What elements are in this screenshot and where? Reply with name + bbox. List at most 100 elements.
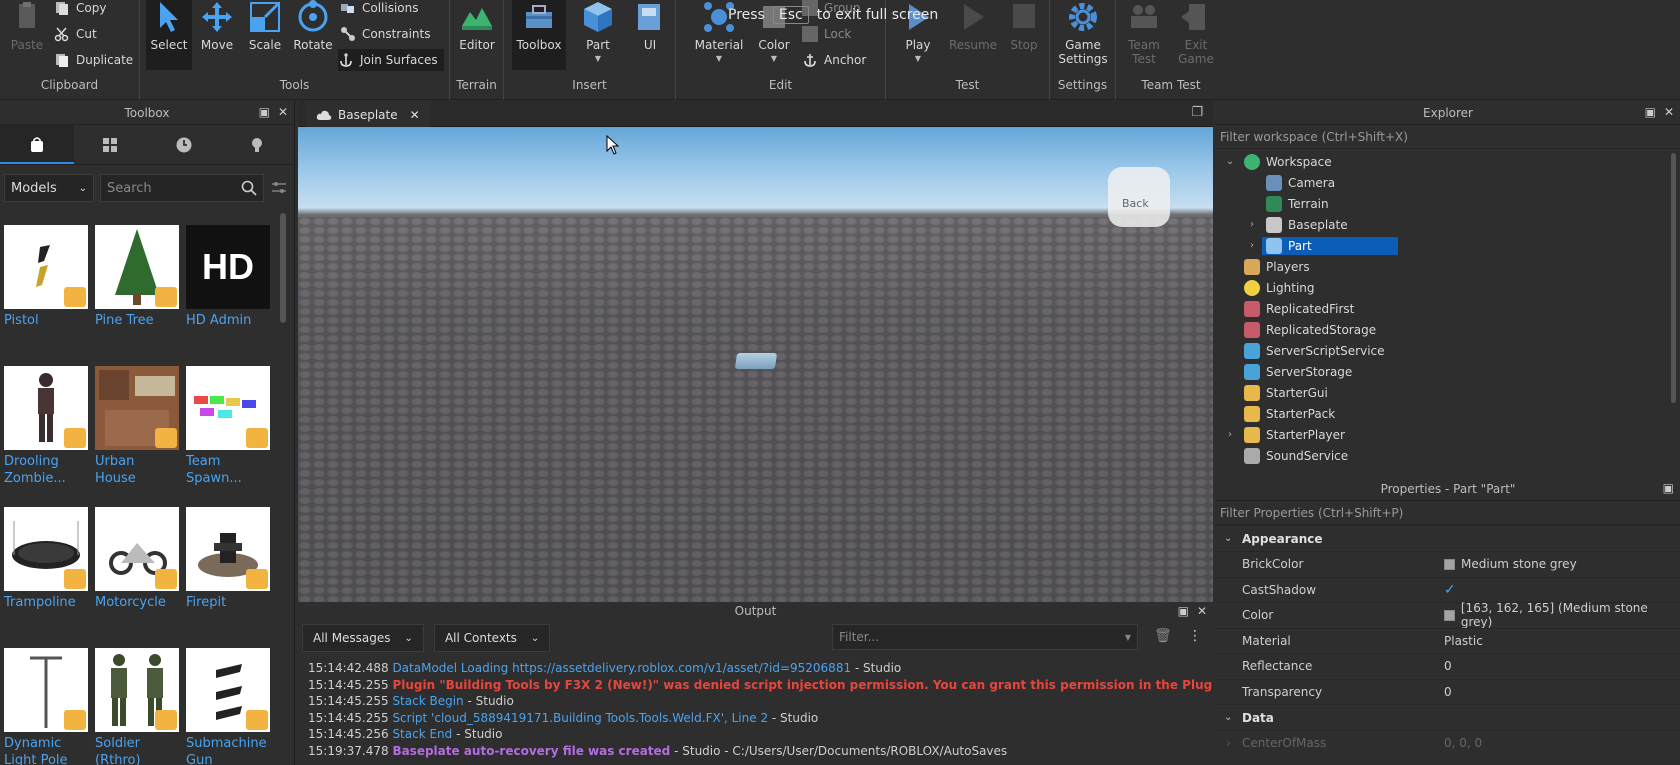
chevron-down-icon[interactable]: ⌄ xyxy=(1224,533,1232,544)
property-row-brickcolor[interactable]: BrickColor Medium stone grey xyxy=(1216,551,1680,577)
stop-button[interactable]: Stop xyxy=(1000,0,1048,70)
checkbox-checked[interactable]: ✓ xyxy=(1444,582,1456,598)
rotate-button[interactable]: Rotate xyxy=(290,0,336,70)
close-icon[interactable]: ✕ xyxy=(410,108,420,122)
toolbox-item[interactable]: Pistol xyxy=(4,225,88,365)
float-panel-icon[interactable]: ▣ xyxy=(1663,481,1674,495)
property-row-material[interactable]: Material Plastic xyxy=(1216,627,1680,654)
tree-item-replicated-storage[interactable]: ReplicatedStorage xyxy=(1216,319,1680,340)
tree-item-players[interactable]: Players xyxy=(1216,256,1680,277)
material-dropdown-caret[interactable]: ▼ xyxy=(690,54,748,63)
game-settings-button[interactable]: Game Settings xyxy=(1056,0,1110,70)
filter-sliders-icon[interactable] xyxy=(270,179,288,197)
tree-item-starter-gui[interactable]: StarterGui xyxy=(1216,382,1680,403)
toolbox-item[interactable]: Dynamic Light Pole xyxy=(4,648,88,765)
exit-game-button[interactable]: Exit Game xyxy=(1172,0,1220,70)
chevron-right-icon[interactable]: › xyxy=(1226,736,1231,750)
constraints-toggle[interactable]: Constraints xyxy=(340,23,430,45)
tree-item-server-script-service[interactable]: ServerScriptService xyxy=(1216,340,1680,361)
trash-icon[interactable]: 🗑 xyxy=(1154,628,1172,644)
explorer-filter-input[interactable]: Filter workspace (Ctrl+Shift+X) xyxy=(1216,125,1680,149)
split-view-icon[interactable]: ❐ xyxy=(1191,105,1203,120)
copy-button[interactable]: Copy xyxy=(54,0,106,19)
messages-filter-select[interactable]: All Messages ⌄ xyxy=(302,624,424,652)
tab-inventory[interactable] xyxy=(74,125,148,164)
part-button[interactable]: Part ▼ xyxy=(574,0,622,70)
tab-creations[interactable] xyxy=(221,125,295,164)
toolbox-item[interactable]: Motorcycle xyxy=(95,507,179,647)
cut-button[interactable]: Cut xyxy=(54,23,97,45)
float-panel-icon[interactable]: ▣ xyxy=(259,105,270,119)
toolbox-item[interactable]: Submachine Gun xyxy=(186,648,270,765)
property-row-centerofmass[interactable]: › CenterOfMass 0, 0, 0 xyxy=(1216,730,1680,756)
paste-button[interactable]: Paste xyxy=(4,0,50,70)
select-button[interactable]: Select xyxy=(146,0,192,70)
property-row-color[interactable]: Color [163, 162, 165] (Medium stone grey) xyxy=(1216,601,1680,629)
toolbox-button[interactable]: Toolbox xyxy=(512,0,566,70)
close-icon[interactable]: ✕ xyxy=(278,105,288,119)
team-test-button[interactable]: Team Test xyxy=(1120,0,1168,70)
close-icon[interactable]: ✕ xyxy=(1664,105,1674,119)
toolbox-scrollbar[interactable] xyxy=(280,213,286,323)
toolbox-search-input[interactable]: Search xyxy=(100,174,264,202)
toolbox-item[interactable]: Team Spawn... xyxy=(186,366,270,506)
resume-button[interactable]: Resume xyxy=(946,0,1000,70)
tree-item-camera[interactable]: Camera xyxy=(1216,172,1680,193)
category-select[interactable]: Models ⌄ xyxy=(4,174,94,202)
terrain-editor-button[interactable]: Editor xyxy=(453,0,501,70)
tree-item-sound-service[interactable]: SoundService xyxy=(1216,445,1680,466)
chevron-down-icon[interactable]: ⌄ xyxy=(1224,156,1236,167)
category-appearance[interactable]: ⌄ Appearance xyxy=(1216,525,1680,551)
collisions-toggle[interactable]: Collisions xyxy=(340,0,419,19)
tree-item-part[interactable]: › Part xyxy=(1216,235,1680,256)
chevron-right-icon[interactable]: › xyxy=(1246,219,1258,230)
tree-item-replicated-first[interactable]: ReplicatedFirst xyxy=(1216,298,1680,319)
chevron-right-icon[interactable]: › xyxy=(1246,240,1258,251)
anchor-button[interactable]: Anchor xyxy=(802,49,866,71)
tree-item-lighting[interactable]: Lighting xyxy=(1216,277,1680,298)
ui-button[interactable]: UI xyxy=(626,0,674,70)
tree-item-server-storage[interactable]: ServerStorage xyxy=(1216,361,1680,382)
tree-item-starter-player[interactable]: › StarterPlayer xyxy=(1216,424,1680,445)
move-button[interactable]: Move xyxy=(194,0,240,70)
property-row-castshadow[interactable]: CastShadow ✓ xyxy=(1216,576,1680,603)
part-block[interactable] xyxy=(734,353,778,369)
toolbox-item[interactable]: Trampoline xyxy=(4,507,88,647)
toolbox-item[interactable]: Firepit xyxy=(186,507,270,647)
tree-item-workspace[interactable]: ⌄ Workspace xyxy=(1216,151,1680,172)
lock-button[interactable]: Lock xyxy=(802,23,851,45)
join-surfaces-toggle[interactable]: Join Surfaces xyxy=(338,49,444,71)
scale-button[interactable]: Scale xyxy=(242,0,288,70)
tree-item-starter-pack[interactable]: StarterPack xyxy=(1216,403,1680,424)
more-options-icon[interactable]: ⋮ xyxy=(1188,628,1202,644)
chevron-right-icon[interactable]: › xyxy=(1224,429,1236,440)
dropdown-caret-icon[interactable]: ▼ xyxy=(1125,633,1131,642)
tree-item-terrain[interactable]: Terrain xyxy=(1216,193,1680,214)
color-dropdown-caret[interactable]: ▼ xyxy=(750,54,798,63)
part-dropdown-caret[interactable]: ▼ xyxy=(574,54,622,63)
tree-item-baseplate[interactable]: › Baseplate xyxy=(1216,214,1680,235)
contexts-filter-select[interactable]: All Contexts ⌄ xyxy=(433,624,551,652)
toolbox-item[interactable]: Drooling Zombie... xyxy=(4,366,88,506)
toolbox-item[interactable]: Pine Tree xyxy=(95,225,179,365)
explorer-scrollbar[interactable] xyxy=(1671,153,1676,403)
3d-viewport[interactable]: Back xyxy=(298,127,1213,602)
toolbox-item[interactable]: HD HD Admin xyxy=(186,225,270,365)
duplicate-button[interactable]: Duplicate xyxy=(54,49,133,71)
output-filter-input[interactable]: Filter... ▼ xyxy=(832,624,1138,650)
float-panel-icon[interactable]: ▣ xyxy=(1178,604,1189,618)
chevron-down-icon[interactable]: ⌄ xyxy=(1224,712,1232,723)
toolbox-item[interactable]: Urban House xyxy=(95,366,179,506)
tab-recent[interactable] xyxy=(147,125,221,164)
property-row-transparency[interactable]: Transparency 0 xyxy=(1216,678,1680,705)
toolbox-item[interactable]: Soldier (Rthro) xyxy=(95,648,179,765)
category-data[interactable]: ⌄ Data xyxy=(1216,704,1680,730)
property-row-reflectance[interactable]: Reflectance 0 xyxy=(1216,653,1680,679)
tab-marketplace[interactable] xyxy=(0,125,74,164)
close-icon[interactable]: ✕ xyxy=(1197,604,1207,618)
float-panel-icon[interactable]: ▣ xyxy=(1645,105,1656,119)
document-tab-baseplate[interactable]: Baseplate ✕ xyxy=(306,102,430,127)
properties-filter-input[interactable]: Filter Properties (Ctrl+Shift+P) xyxy=(1216,501,1680,525)
play-dropdown-caret[interactable]: ▼ xyxy=(894,54,942,63)
view-cube[interactable]: Back xyxy=(1108,167,1170,227)
